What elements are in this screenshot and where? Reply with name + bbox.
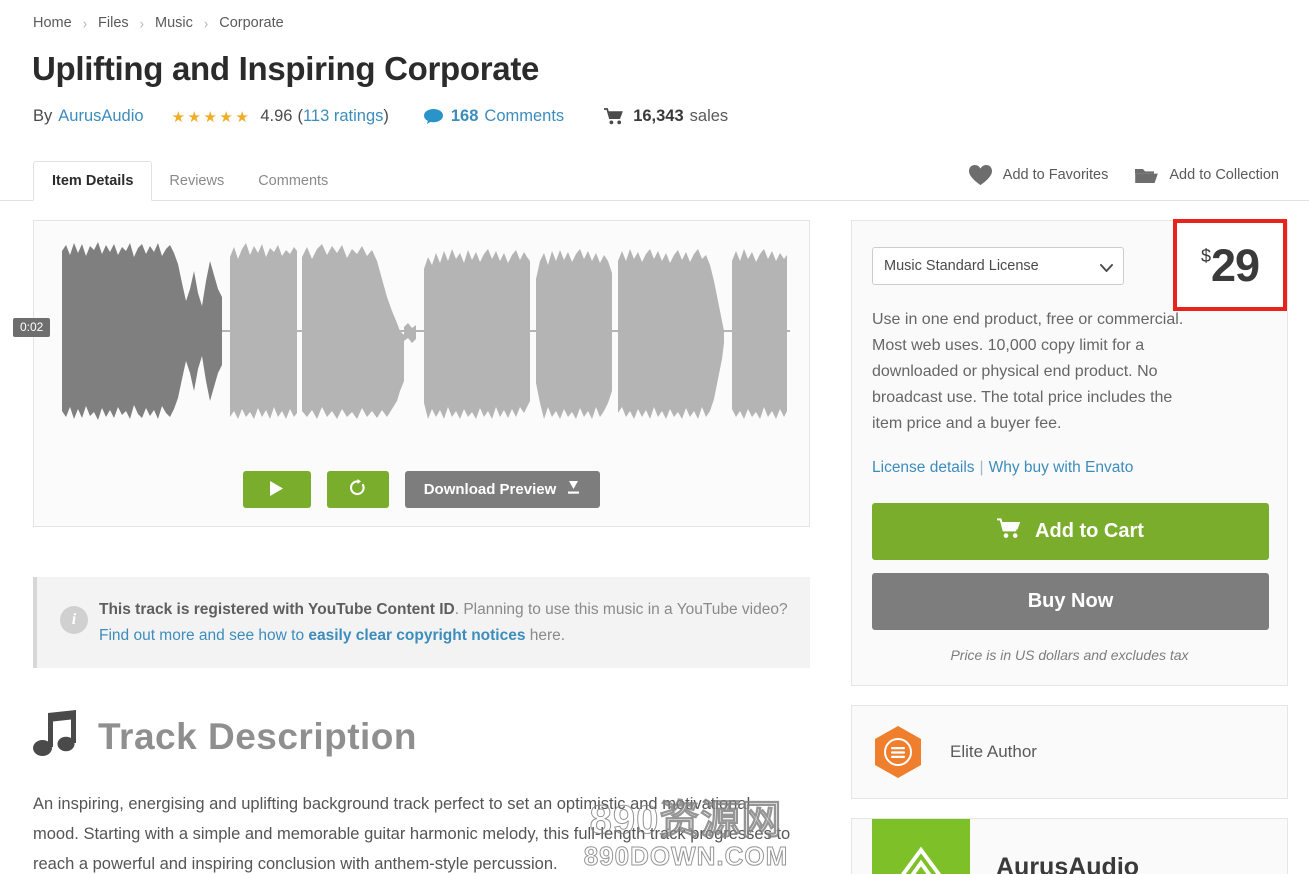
audio-player-card: 0:02 Download Preview [13,220,810,527]
ratings-link[interactable]: 113 ratings [303,107,383,125]
player-controls: Download Preview [34,471,809,508]
add-to-cart-button[interactable]: Add to Cart [872,502,1269,560]
sales-label: sales [689,107,729,125]
tab-item-details[interactable]: Item Details [33,160,153,201]
license-panel: Music Standard License $ 29 Use in one e… [851,219,1288,686]
main-content: 0:02 Download Preview i This track is re… [13,220,810,874]
track-description-title: Track Description [98,716,418,758]
link-divider: | [979,458,984,476]
author-panel[interactable]: AurusAudio [851,817,1288,874]
breadcrumb-separator: › [82,14,88,32]
comment-bubble-icon [423,109,443,124]
notice-link[interactable]: Find out more and see how to easily clea… [99,627,525,644]
play-button[interactable] [242,471,311,508]
rating-value: 4.96 [260,107,293,125]
sales-count: 16,343 [633,107,684,125]
price-box: $ 29 [1173,219,1287,311]
breadcrumb-separator: › [139,14,144,32]
breadcrumb-separator: › [203,14,209,32]
item-page: Home › Files › Music › Corporate Uplifti… [0,0,1309,874]
license-select[interactable]: Music Standard License [872,247,1124,285]
notice-text: This track is registered with YouTube Co… [99,597,792,648]
notice-link-part1: Find out more and see how to [99,626,309,644]
sidebar: Music Standard License $ 29 Use in one e… [851,219,1288,874]
folder-icon [1134,165,1159,185]
add-to-collection-label: Add to Collection [1169,167,1279,183]
breadcrumb: Home › Files › Music › Corporate [33,14,284,32]
author-name: AurusAudio [996,853,1140,874]
info-icon: i [60,606,88,634]
tab-list: Item Details Reviews Comments [33,156,345,201]
cart-icon [997,517,1022,545]
rating-group: ★★★★★ 4.96 (113 ratings) [172,107,389,126]
track-description-header: Track Description [33,710,810,763]
price-note: Price is in US dollars and excludes tax [950,646,1189,663]
comments-count: 168 [450,107,479,125]
download-icon [566,480,581,499]
waveform-svg [62,242,790,420]
download-preview-label: Download Preview [423,481,557,498]
playhead-time-tooltip: 0:02 [13,318,51,337]
buy-now-button[interactable]: Buy Now [872,572,1269,630]
by-label: By [33,107,53,125]
notice-after-lead: . Planning to use this music in a YouTub… [454,601,788,618]
tab-comments[interactable]: Comments [241,163,345,201]
page-title: Uplifting and Inspiring Corporate [32,50,540,87]
notice-link-bold: easily clear copyright notices [308,626,526,644]
license-details-link[interactable]: License details [872,459,975,476]
item-meta-row: By AurusAudio ★★★★★ 4.96 (113 ratings) 1… [33,107,728,126]
elite-author-label: Elite Author [950,741,1037,761]
license-select-wrapper: Music Standard License [872,247,1124,285]
cart-icon [604,108,624,125]
sales-group: 16,343 sales [604,107,728,126]
rating-count: (113 ratings) [297,107,388,126]
loop-button[interactable] [326,471,389,508]
comments-group[interactable]: 168 Comments [423,107,565,126]
breadcrumb-item-home[interactable]: Home [33,15,72,31]
aurus-chevron-logo [872,818,970,874]
elite-hexagon-icon [872,725,924,779]
notice-link-part2: here. [525,626,566,644]
tab-reviews[interactable]: Reviews [152,163,241,201]
why-buy-with-envato-link[interactable]: Why buy with Envato [989,459,1134,476]
track-description-body: An inspiring, energising and uplifting b… [33,795,791,874]
author-link[interactable]: AurusAudio [58,107,143,126]
download-preview-button[interactable]: Download Preview [404,471,601,508]
waveform[interactable] [52,231,794,446]
add-to-collection-button[interactable]: Add to Collection [1134,165,1279,185]
music-note-icon [33,710,80,763]
comments-label: Comments [484,107,565,125]
price-currency-symbol: $ [1200,245,1211,266]
play-icon [269,480,284,500]
elite-author-panel: Elite Author [851,704,1288,799]
star-rating-icon: ★★★★★ [171,108,252,126]
breadcrumb-item-files[interactable]: Files [98,15,129,31]
heart-icon [968,164,993,186]
youtube-content-id-notice: i This track is registered with YouTube … [33,577,810,669]
paren-close: ) [383,107,389,125]
price-amount: 29 [1210,239,1260,291]
add-to-cart-label: Add to Cart [1035,519,1144,542]
tab-actions: Add to Favorites Add to Collection [968,164,1279,186]
breadcrumb-item-corporate[interactable]: Corporate [219,15,283,31]
tab-bar: Item Details Reviews Comments Add to Fav… [0,156,1309,201]
loop-icon [349,479,366,500]
breadcrumb-item-music[interactable]: Music [155,15,193,31]
price-value: $ 29 [1200,239,1260,291]
notice-bold-lead: This track is registered with YouTube Co… [99,601,455,618]
license-links: License details | Why buy with Envato [872,459,1267,477]
add-to-favorites-button[interactable]: Add to Favorites [968,164,1109,186]
buy-now-label: Buy Now [1027,589,1114,612]
license-description: Use in one end product, free or commerci… [872,311,1184,432]
add-to-favorites-label: Add to Favorites [1002,167,1109,183]
